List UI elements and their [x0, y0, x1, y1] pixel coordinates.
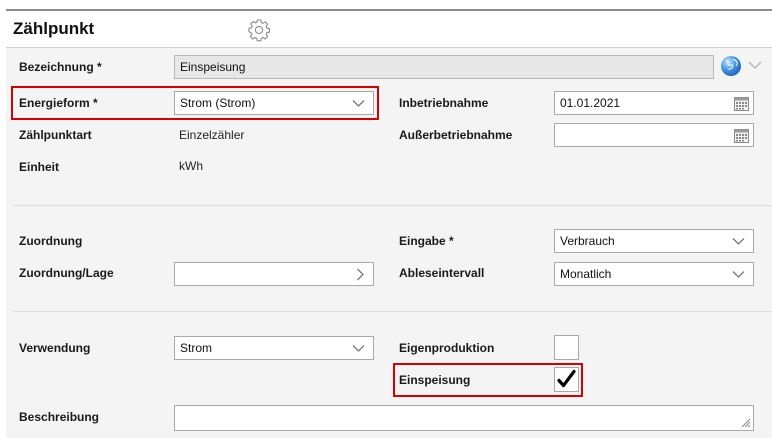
verwendung-value: Strom	[180, 341, 213, 355]
inbetriebnahme-date-input[interactable]: 01.01.2021	[554, 91, 754, 115]
top-divider	[6, 9, 772, 11]
bezeichnung-label: Bezeichnung *	[19, 60, 102, 74]
einspeisung-label: Einspeisung	[399, 373, 471, 387]
chevron-down-icon	[732, 271, 745, 278]
globe-icon[interactable]	[720, 55, 742, 77]
beschreibung-textarea[interactable]	[174, 405, 754, 431]
chevron-down-icon	[352, 345, 365, 352]
section-divider	[13, 205, 772, 206]
chevron-down-icon[interactable]	[748, 61, 762, 70]
zaehlpunktart-label: Zählpunktart	[19, 128, 92, 142]
resize-grip-icon[interactable]	[741, 418, 751, 428]
ableseintervall-select[interactable]: Monatlich	[554, 262, 754, 286]
beschreibung-label: Beschreibung	[19, 410, 100, 424]
einspeisung-checkbox[interactable]	[554, 367, 579, 392]
zuordnung-label: Zuordnung	[19, 234, 83, 248]
ableseintervall-label: Ableseintervall	[399, 266, 485, 280]
eigenproduktion-checkbox[interactable]	[554, 335, 579, 360]
energieform-value: Strom (Strom)	[180, 96, 256, 110]
inbetriebnahme-label: Inbetriebnahme	[399, 96, 489, 110]
verwendung-label: Verwendung	[19, 341, 91, 355]
zaehlpunktart-value: Einzelzähler	[179, 128, 245, 142]
calendar-icon[interactable]	[733, 127, 750, 144]
einheit-label: Einheit	[19, 160, 60, 174]
ableseintervall-value: Monatlich	[560, 267, 612, 281]
chevron-down-icon	[352, 100, 365, 107]
eingabe-value: Verbrauch	[560, 234, 615, 248]
checkmark-icon	[557, 369, 576, 388]
inbetriebnahme-value: 01.01.2021	[560, 96, 621, 110]
page-title: Zählpunkt	[13, 19, 95, 38]
eingabe-label: Eingabe *	[399, 234, 454, 248]
zuordnung-lage-label: Zuordnung/Lage	[19, 266, 114, 280]
ausserbetriebnahme-date-input[interactable]	[554, 123, 754, 147]
chevron-down-icon	[732, 238, 745, 245]
gear-icon[interactable]	[247, 18, 271, 42]
beschreibung-value	[175, 411, 180, 425]
zuordnung-lage-picker[interactable]	[174, 262, 374, 286]
ausserbetriebnahme-label: Außerbetriebnahme	[399, 128, 513, 142]
calendar-icon[interactable]	[733, 95, 750, 112]
chevron-right-icon	[357, 268, 364, 281]
energieform-label: Energieform *	[19, 96, 98, 110]
section-divider	[13, 311, 772, 312]
bezeichnung-value: Einspeisung	[180, 60, 246, 74]
einheit-value: kWh	[179, 159, 203, 173]
bezeichnung-field: Einspeisung	[174, 55, 714, 79]
energieform-select[interactable]: Strom (Strom)	[174, 91, 374, 115]
eigenproduktion-label: Eigenproduktion	[399, 341, 495, 355]
eingabe-select[interactable]: Verbrauch	[554, 229, 754, 253]
zaehlpunkt-form-page: Zählpunkt Bezeichnung * Einspeisung Ener…	[0, 0, 772, 438]
verwendung-select[interactable]: Strom	[174, 336, 374, 360]
